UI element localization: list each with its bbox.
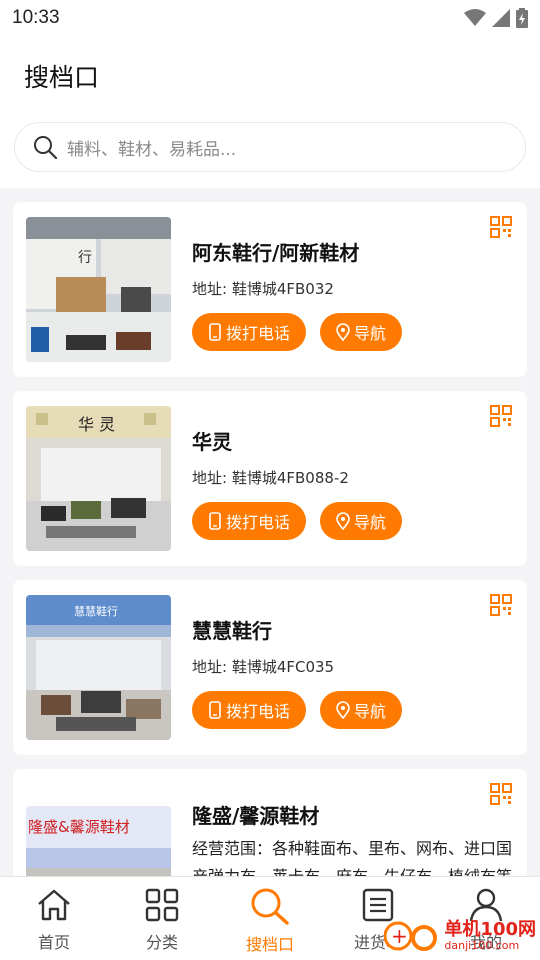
shop-actions: 拨打电话 导航	[192, 313, 514, 351]
shop-address: 地址: 鞋博城4FC035	[192, 658, 335, 676]
shop-card[interactable]: 华 灵 华灵 地址: 鞋博城4FB088-2 拨打电话 导航	[13, 391, 527, 566]
home-icon	[38, 889, 70, 921]
navigate-button[interactable]: 导航	[320, 313, 403, 351]
tab-label: 搜档口	[245, 935, 294, 954]
grid-icon	[145, 888, 179, 922]
photo-sign-text: 行	[78, 250, 92, 266]
page-header: 搜档口	[0, 36, 540, 108]
shop-name: 隆盛/馨源鞋材	[192, 804, 320, 828]
call-button-label: 拨打电话	[226, 324, 291, 343]
watermark: + 单机100网 danji100.com	[384, 916, 536, 956]
qr-code-icon[interactable]	[490, 405, 512, 427]
status-time: 10:33	[12, 7, 60, 28]
location-pin-icon	[336, 512, 350, 530]
tab-category[interactable]: 分类	[108, 877, 216, 960]
search-bar: 辅料、鞋材、易耗品...	[0, 108, 540, 188]
shop-photo: 华 灵	[26, 406, 171, 551]
shop-card[interactable]: 隆盛&馨源鞋材 隆盛/馨源鞋材 经营范围：各种鞋面布、里布、网布、进口国产弹力布…	[13, 769, 527, 889]
shop-photo: 慧慧鞋行	[26, 595, 171, 740]
shop-name: 阿东鞋行/阿新鞋材	[192, 241, 360, 265]
call-button[interactable]: 拨打电话	[192, 502, 307, 540]
shop-info: 阿东鞋行/阿新鞋材 地址: 鞋博城4FB032 拨打电话 导航	[192, 217, 514, 362]
shop-card[interactable]: 慧慧鞋行 慧慧鞋行 地址: 鞋博城4FC035 拨打电话 导航	[13, 580, 527, 755]
navigate-button-label: 导航	[354, 513, 387, 532]
navigate-button-label: 导航	[354, 702, 387, 721]
shop-actions: 拨打电话 导航	[192, 691, 514, 729]
status-icons	[464, 8, 528, 28]
search-icon	[34, 136, 57, 159]
call-button-label: 拨打电话	[226, 513, 291, 532]
phone-icon	[209, 701, 221, 719]
call-button[interactable]: 拨打电话	[192, 313, 307, 351]
shop-info: 慧慧鞋行 地址: 鞋博城4FC035 拨打电话 导航	[192, 595, 514, 740]
page-title: 搜档口	[24, 63, 100, 92]
search-placeholder: 辅料、鞋材、易耗品...	[67, 139, 237, 160]
svg-text:+: +	[391, 924, 408, 948]
shop-name: 华灵	[192, 430, 232, 454]
shop-photo: 行	[26, 217, 171, 362]
qr-code-icon[interactable]	[490, 594, 512, 616]
call-button-label: 拨打电话	[226, 702, 291, 721]
phone-icon	[209, 512, 221, 530]
search-input[interactable]: 辅料、鞋材、易耗品...	[14, 122, 526, 172]
shop-card[interactable]: 行 阿东鞋行/阿新鞋材 地址: 鞋博城4FB032 拨打电话 导航	[13, 202, 527, 377]
signal-icon	[492, 9, 510, 27]
call-button[interactable]: 拨打电话	[192, 691, 307, 729]
shop-address: 地址: 鞋博城4FB032	[192, 280, 334, 298]
wifi-icon	[464, 9, 486, 26]
location-pin-icon	[336, 701, 350, 719]
photo-sign-text: 华 灵	[78, 415, 115, 434]
navigate-button[interactable]: 导航	[320, 502, 403, 540]
tab-label: 首页	[37, 933, 70, 952]
tab-label: 分类	[145, 933, 178, 952]
photo-sign-text: 慧慧鞋行	[74, 604, 118, 618]
shop-list: 行 阿东鞋行/阿新鞋材 地址: 鞋博城4FB032 拨打电话 导航 华 灵 华灵…	[0, 188, 540, 889]
qr-code-icon[interactable]	[490, 783, 512, 805]
navigate-button[interactable]: 导航	[320, 691, 403, 729]
navigate-button-label: 导航	[354, 324, 387, 343]
shop-info: 隆盛/馨源鞋材 经营范围：各种鞋面布、里布、网布、进口国产弹力布、莱卡布、麻布、…	[192, 784, 514, 886]
status-bar: 10:33	[0, 0, 540, 36]
watermark-subtext: danji100.com	[444, 938, 520, 952]
battery-icon	[516, 8, 528, 28]
tab-home[interactable]: 首页	[0, 877, 108, 960]
shop-name: 慧慧鞋行	[192, 619, 272, 643]
location-pin-icon	[336, 323, 350, 341]
watermark-text: 单机100网	[444, 918, 536, 940]
tab-search-stall[interactable]: 搜档口	[216, 877, 324, 960]
photo-sign-text: 隆盛&馨源鞋材	[28, 818, 130, 836]
shop-info: 华灵 地址: 鞋博城4FB088-2 拨打电话 导航	[192, 406, 514, 551]
shop-address: 地址: 鞋博城4FB088-2	[192, 469, 349, 487]
phone-icon	[209, 323, 221, 341]
qr-code-icon[interactable]	[490, 216, 512, 238]
watermark-logo-icon: +	[384, 921, 438, 951]
shop-actions: 拨打电话 导航	[192, 502, 514, 540]
search-icon	[251, 888, 289, 925]
